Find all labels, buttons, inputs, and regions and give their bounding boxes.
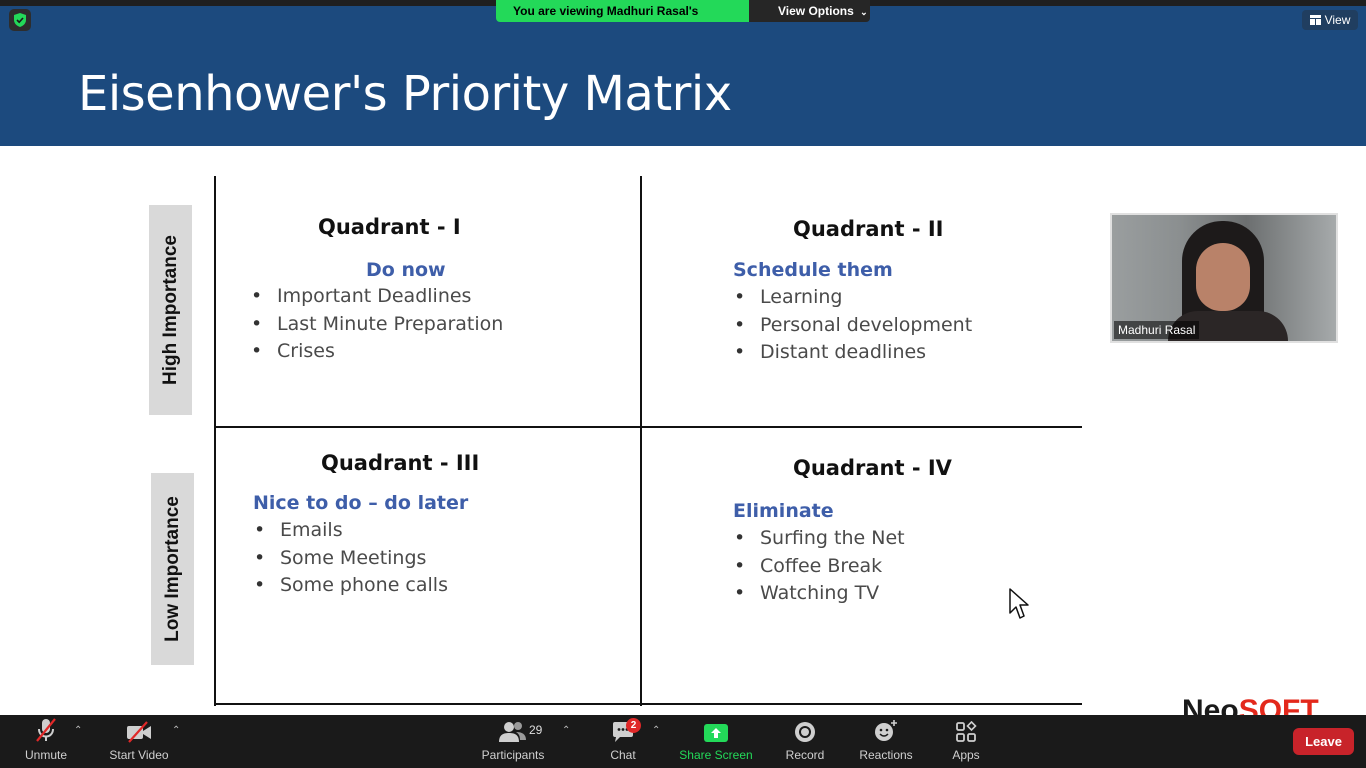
share-screen-button[interactable]: Share Screen <box>678 715 754 768</box>
video-off-icon <box>125 715 153 745</box>
quadrant-2-subtitle: Schedule them <box>733 259 893 281</box>
apps-icon <box>955 715 977 745</box>
view-button-label: View <box>1324 13 1351 27</box>
chat-caret-icon[interactable]: ⌃ <box>652 725 660 736</box>
apps-button[interactable]: Apps <box>946 715 986 768</box>
participant-video-tile[interactable]: Madhuri Rasal <box>1110 213 1338 343</box>
list-item: Watching TV <box>734 580 905 608</box>
quadrant-3-subtitle: Nice to do – do later <box>253 492 469 514</box>
list-item: Emails <box>254 517 448 545</box>
participant-count: 29 <box>529 723 543 737</box>
audio-options-caret-icon[interactable]: ⌃ <box>74 725 82 736</box>
view-button[interactable]: View <box>1302 10 1358 30</box>
quadrant-4-subtitle: Eliminate <box>733 500 834 522</box>
matrix-left-axis <box>214 176 216 706</box>
mouse-cursor-icon <box>1009 588 1029 619</box>
unmute-label: Unmute <box>24 748 68 762</box>
record-button[interactable]: Record <box>782 715 828 768</box>
quadrant-4-title: Quadrant - IV <box>793 456 952 480</box>
viewing-screen-text: You are viewing Madhuri Rasal's screen <box>496 0 749 22</box>
security-shield-icon[interactable] <box>9 9 31 31</box>
list-item: Personal development <box>734 312 972 340</box>
quadrant-3-title: Quadrant - III <box>321 451 480 475</box>
low-importance-label: Low Importance <box>151 473 194 665</box>
view-options-label: View Options <box>778 4 854 18</box>
microphone-muted-icon <box>34 715 58 745</box>
participants-caret-icon[interactable]: ⌃ <box>562 725 570 736</box>
matrix-bottom-axis <box>214 703 1082 705</box>
high-importance-text: High Importance <box>159 235 181 385</box>
record-label: Record <box>785 748 825 762</box>
list-item: Distant deadlines <box>734 339 972 367</box>
chat-label: Chat <box>610 748 636 762</box>
start-video-button[interactable]: Start Video <box>104 715 174 768</box>
chevron-down-icon: ⌄ <box>860 7 868 17</box>
share-screen-icon <box>703 715 729 745</box>
matrix-middle-line <box>214 426 1082 428</box>
reactions-button[interactable]: Reactions <box>856 715 916 768</box>
participant-name: Madhuri Rasal <box>1114 321 1200 339</box>
participant-face <box>1196 243 1250 311</box>
view-options-button[interactable]: View Options ⌄ <box>749 0 870 22</box>
video-options-caret-icon[interactable]: ⌃ <box>172 725 180 736</box>
quadrant-1-title: Quadrant - I <box>318 215 461 239</box>
record-icon <box>794 715 816 745</box>
participants-label: Participants <box>481 748 545 762</box>
quadrant-2-title: Quadrant - II <box>793 217 944 241</box>
start-video-label: Start Video <box>109 748 169 762</box>
matrix-center-line <box>640 176 642 706</box>
quadrant-4-list: Surfing the Net Coffee Break Watching TV <box>734 525 905 608</box>
quadrant-3-list: Emails Some Meetings Some phone calls <box>254 517 448 600</box>
list-item: Some Meetings <box>254 545 448 573</box>
quadrant-1-subtitle: Do now <box>366 259 446 281</box>
apps-label: Apps <box>952 748 980 762</box>
list-item: Important Deadlines <box>251 283 503 311</box>
chat-unread-badge: 2 <box>626 718 641 733</box>
quadrant-1-list: Important Deadlines Last Minute Preparat… <box>251 283 503 366</box>
list-item: Learning <box>734 284 972 312</box>
meeting-toolbar: Unmute ⌃ Start Video ⌃ Participants 29 ⌃… <box>0 715 1366 768</box>
list-item: Coffee Break <box>734 553 905 581</box>
reactions-smiley-icon <box>874 715 898 745</box>
grid-view-icon <box>1309 15 1321 25</box>
high-importance-label: High Importance <box>149 205 192 415</box>
zoom-meeting-window: Eisenhower's Priority Matrix High Import… <box>0 0 1366 768</box>
list-item: Last Minute Preparation <box>251 311 503 339</box>
low-importance-text: Low Importance <box>161 496 183 642</box>
list-item: Surfing the Net <box>734 525 905 553</box>
leave-button[interactable]: Leave <box>1293 728 1354 755</box>
slide-title: Eisenhower's Priority Matrix <box>78 66 732 122</box>
participants-icon <box>498 715 528 745</box>
list-item: Crises <box>251 338 503 366</box>
unmute-button[interactable]: Unmute <box>18 715 74 768</box>
list-item: Some phone calls <box>254 572 448 600</box>
share-screen-label: Share Screen <box>679 748 753 762</box>
reactions-label: Reactions <box>859 748 913 762</box>
quadrant-2-list: Learning Personal development Distant de… <box>734 284 972 367</box>
screen-share-banner: You are viewing Madhuri Rasal's screen V… <box>496 0 870 22</box>
